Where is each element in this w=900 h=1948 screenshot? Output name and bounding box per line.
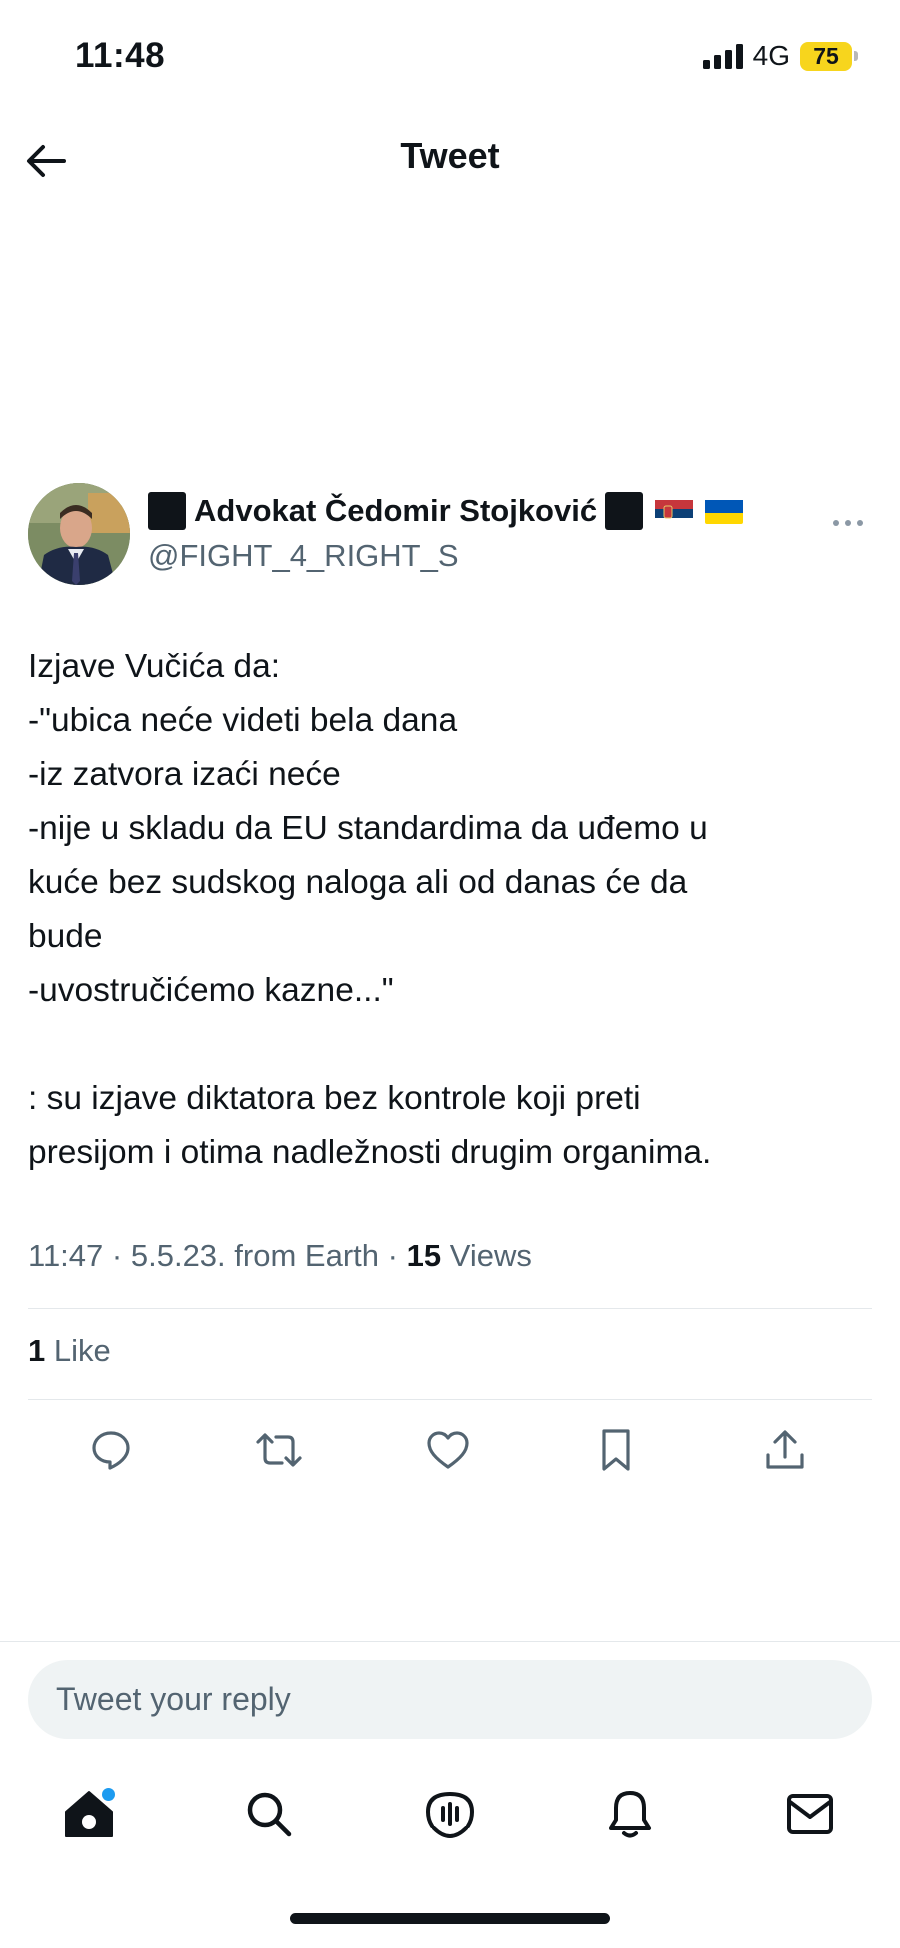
nav-messages[interactable]: [780, 1784, 840, 1844]
meta-separator: ·: [111, 1238, 123, 1273]
tweet-line: Izjave Vučića da:: [28, 648, 281, 685]
tweet-source: from Earth: [234, 1238, 380, 1273]
display-name: Advokat Čedomir Stojković: [194, 493, 598, 528]
reply-placeholder: Tweet your reply: [56, 1681, 291, 1717]
tweet-text: Izjave Vučića da: -"ubica neće videti be…: [28, 640, 873, 1180]
display-name-row[interactable]: Advokat Čedomir Stojković: [148, 492, 744, 530]
divider: [28, 1399, 872, 1400]
nav-spaces[interactable]: [420, 1784, 480, 1844]
tweet-line: -iz zatvora izaći neće: [28, 756, 341, 793]
views-count[interactable]: 15: [407, 1238, 441, 1273]
nav-search[interactable]: [239, 1784, 299, 1844]
meta-separator: ·: [387, 1238, 398, 1273]
tweet-line: -"ubica neće videti bela dana: [28, 702, 458, 739]
signal-icon: [702, 43, 743, 69]
tweet-line: -uvostručićemo kazne...": [28, 972, 394, 1009]
likes-label: Like: [53, 1333, 111, 1368]
likes-count: 1: [28, 1333, 46, 1368]
ukraine-flag-icon: [705, 498, 744, 524]
more-dot: [857, 520, 863, 526]
retweet-button[interactable]: [254, 1425, 304, 1475]
tweet-actions: [0, 1425, 900, 1475]
like-icon: [427, 1431, 469, 1469]
retweet-icon: [256, 1433, 302, 1467]
author-names: Advokat Čedomir Stojković @FIGHT_4_RIGHT…: [148, 492, 744, 574]
spaces-icon: [425, 1791, 475, 1839]
battery-icon: 75: [800, 41, 858, 71]
notification-dot: [102, 1788, 115, 1801]
status-time: 11:48: [75, 36, 166, 75]
avatar[interactable]: [28, 483, 130, 585]
author-handle[interactable]: @FIGHT_4_RIGHT_S: [148, 538, 743, 574]
like-button[interactable]: [423, 1425, 473, 1475]
more-dot: [833, 520, 839, 526]
views-label[interactable]: Views: [450, 1238, 532, 1273]
more-options-button[interactable]: [826, 511, 870, 535]
tweet-meta: 11:47 · 5.5.23. from Earth · 15 Views: [28, 1238, 532, 1274]
serbia-flag-icon: [655, 498, 694, 524]
search-icon: [247, 1792, 292, 1837]
reply-icon: [92, 1431, 130, 1470]
share-button[interactable]: [760, 1425, 810, 1475]
tweet-line: -nije u skladu da EU standardima da uđem…: [28, 810, 708, 847]
tweet-line: presijom i otima nadležnosti drugim orga…: [28, 1134, 712, 1171]
likes-summary[interactable]: 1 Like: [28, 1333, 111, 1369]
reply-divider: [0, 1641, 900, 1642]
nav-notifications[interactable]: [600, 1784, 660, 1844]
tweet-line: bude: [28, 918, 103, 955]
divider: [28, 1308, 872, 1309]
status-indicators: 4G 75: [702, 40, 858, 72]
tweet-line: [28, 1018, 873, 1072]
nav-home[interactable]: [59, 1784, 119, 1844]
tweet-line: : su izjave diktatora bez kontrole koji …: [28, 1080, 641, 1117]
tweet-author: Advokat Čedomir Stojković @FIGHT_4_RIGHT…: [28, 483, 872, 593]
bookmark-icon: [602, 1429, 630, 1471]
notifications-icon: [609, 1791, 651, 1838]
page-title: Tweet: [400, 135, 500, 176]
bottom-nav: [0, 1770, 900, 1870]
messages-icon: [787, 1794, 833, 1834]
reply-input[interactable]: Tweet your reply: [28, 1660, 872, 1739]
status-bar: 11:48 4G 75: [0, 0, 900, 115]
avatar-image: [28, 483, 130, 585]
black-square-icon: [148, 492, 186, 530]
tweet-date: 5.5.23.: [130, 1238, 226, 1273]
top-header: Tweet: [0, 115, 900, 205]
battery-level: 75: [800, 41, 852, 71]
bookmark-button[interactable]: [591, 1425, 641, 1475]
more-dot: [845, 520, 851, 526]
black-square-icon: [605, 492, 644, 530]
reply-button[interactable]: [86, 1425, 136, 1475]
home-indicator[interactable]: [290, 1913, 610, 1924]
tweet-time: 11:47: [28, 1238, 104, 1273]
share-icon: [766, 1430, 804, 1469]
tweet-line: kuće bez sudskog naloga ali od danas će …: [28, 864, 688, 901]
network-type: 4G: [752, 40, 790, 71]
